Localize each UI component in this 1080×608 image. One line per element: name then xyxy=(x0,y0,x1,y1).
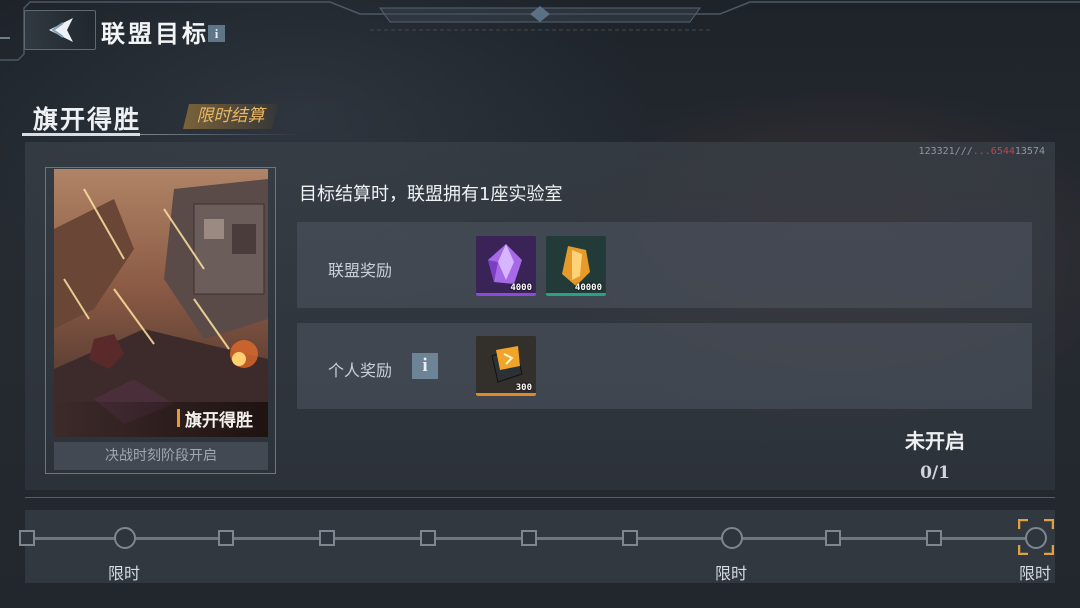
personal-reward-label: 个人奖励 xyxy=(328,361,393,380)
status-text: 未开启 xyxy=(905,429,965,453)
timeline-node[interactable] xyxy=(19,530,35,546)
item-quantity: 4000 xyxy=(510,283,532,293)
reward-item[interactable]: 4000 xyxy=(476,236,536,296)
timeline-label: 限时 xyxy=(108,564,141,583)
item-quantity: 300 xyxy=(515,383,532,393)
timeline xyxy=(25,510,1055,583)
card-name: 旗开得胜 xyxy=(185,411,253,431)
panel-code: 123321///...654413574 xyxy=(919,146,1045,157)
timeline-node[interactable] xyxy=(521,530,537,546)
panel-code-left: 123321/// xyxy=(918,146,973,157)
personal-reward-row xyxy=(297,323,1032,409)
time-limited-badge: 限时结算 xyxy=(183,104,278,129)
section-underline xyxy=(22,133,140,136)
timeline-label: 限时 xyxy=(1019,564,1052,583)
rarity-stripe xyxy=(546,293,606,296)
timeline-node[interactable] xyxy=(926,530,942,546)
section-divider xyxy=(140,134,300,135)
reward-item[interactable]: 300 xyxy=(476,336,536,396)
timeline-node[interactable] xyxy=(420,530,436,546)
battle-illustration xyxy=(54,169,268,437)
back-button[interactable] xyxy=(24,10,96,50)
objective-text: 目标结算时，联盟拥有1座实验室 xyxy=(299,184,563,205)
rarity-stripe xyxy=(476,393,536,396)
card-caption: 决战时刻阶段开启 xyxy=(54,442,268,470)
alliance-reward-row xyxy=(297,222,1032,308)
page-title: 联盟目标 xyxy=(101,19,209,48)
timeline-milestone[interactable] xyxy=(721,527,743,549)
rarity-stripe xyxy=(476,293,536,296)
alliance-reward-label: 联盟奖励 xyxy=(328,261,393,280)
back-arrow-icon xyxy=(49,18,73,42)
info-icon[interactable]: i xyxy=(412,353,438,379)
reward-item[interactable]: 40000 xyxy=(546,236,606,296)
divider xyxy=(25,497,1055,498)
progress-text: 0/1 xyxy=(920,463,950,483)
panel-code-red: ...6544 xyxy=(972,146,1015,157)
section-title: 旗开得胜 xyxy=(33,105,142,134)
card-label-accent xyxy=(177,409,180,427)
timeline-node[interactable] xyxy=(622,530,638,546)
timeline-node[interactable] xyxy=(218,530,234,546)
timeline-node[interactable] xyxy=(319,530,335,546)
panel-code-right: 13574 xyxy=(1014,146,1045,157)
info-icon[interactable]: i xyxy=(208,25,225,42)
timeline-milestone[interactable] xyxy=(114,527,136,549)
timeline-label: 限时 xyxy=(715,564,748,583)
item-quantity: 40000 xyxy=(574,283,602,293)
timeline-node[interactable] xyxy=(825,530,841,546)
selection-bracket-icon xyxy=(1018,519,1054,555)
